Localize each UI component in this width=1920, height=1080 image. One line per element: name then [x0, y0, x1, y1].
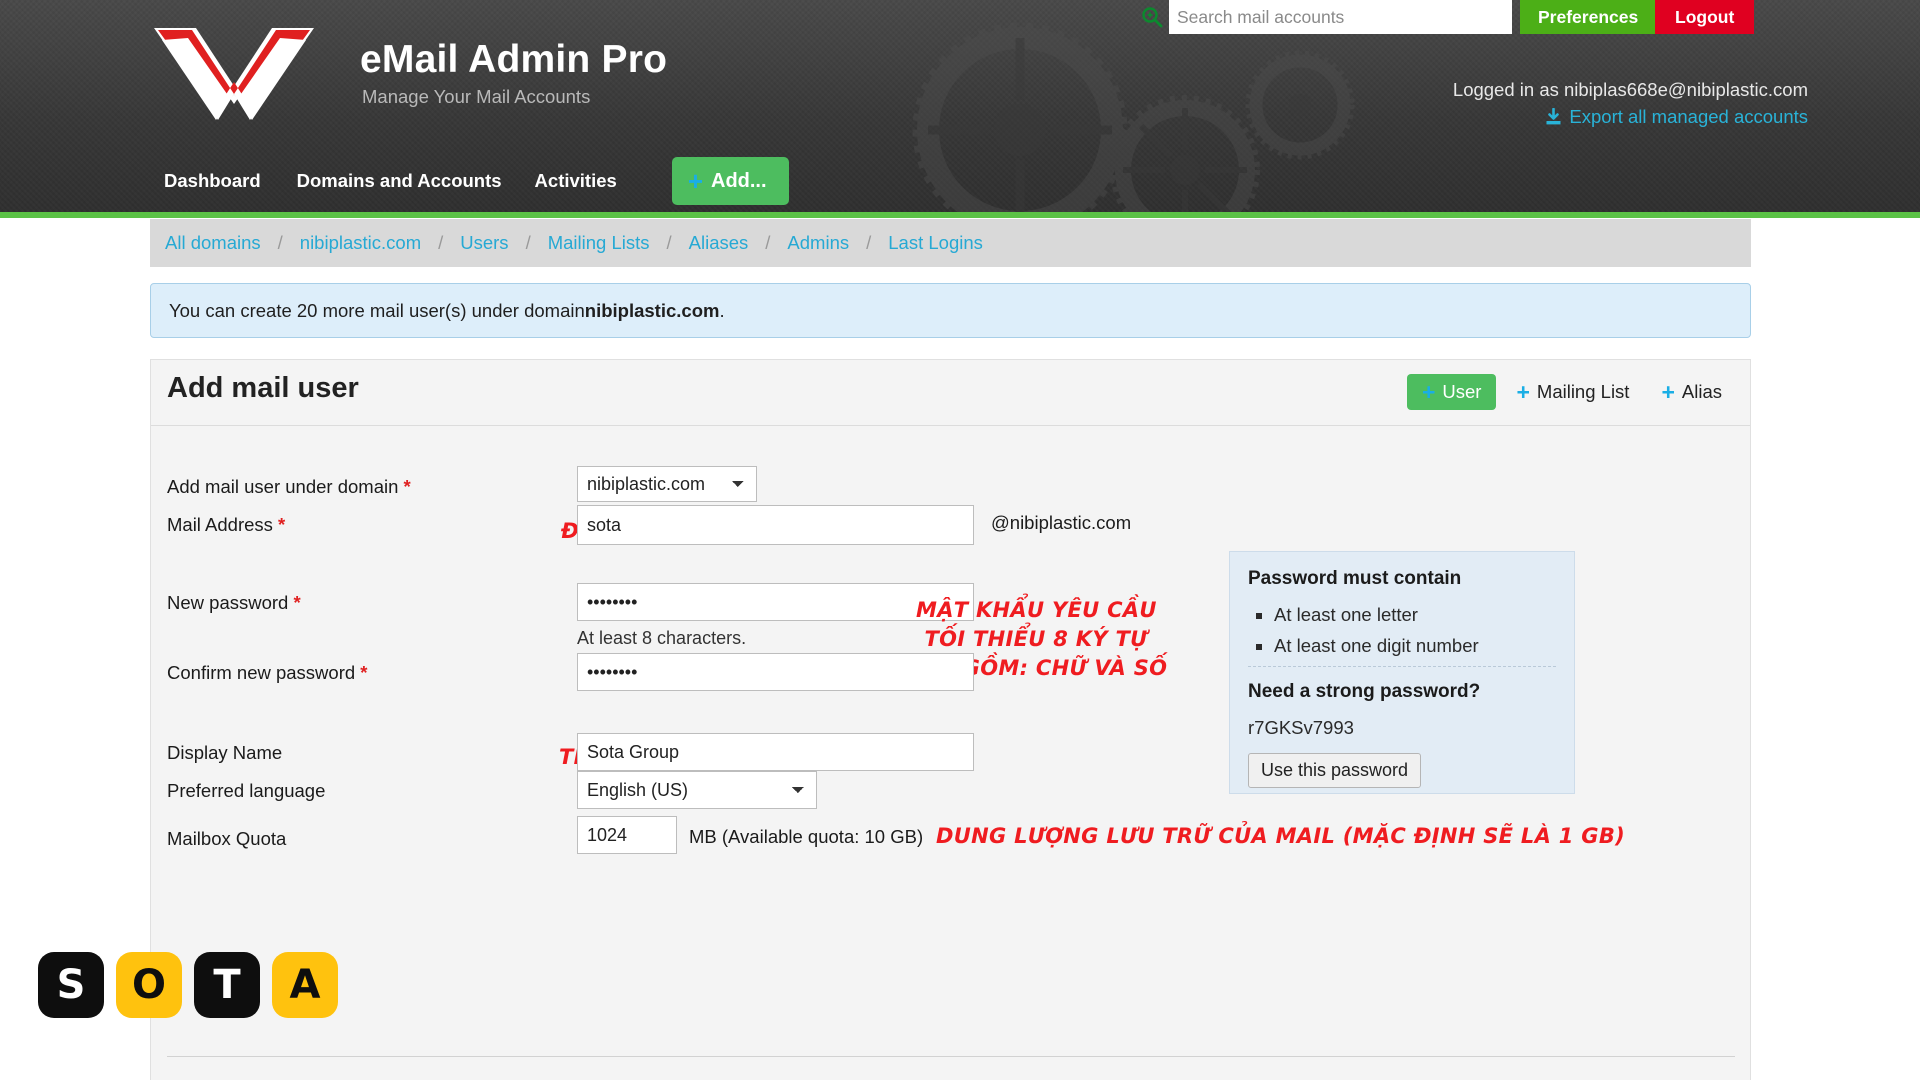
language-label: Preferred language: [167, 780, 326, 801]
quota-input[interactable]: [577, 816, 677, 854]
export-accounts-label: Export all managed accounts: [1569, 106, 1808, 127]
quota-suffix: MB (Available quota: 10 GB): [689, 826, 924, 847]
sota-tile-o: O: [116, 952, 182, 1018]
display-name-input[interactable]: [577, 733, 974, 771]
tab-user[interactable]: + User: [1406, 374, 1497, 410]
new-password-label-text: New password: [167, 592, 289, 613]
breadcrumb-item-aliases[interactable]: Aliases: [689, 232, 749, 254]
domain-select[interactable]: nibiplastic.com: [577, 466, 757, 502]
logged-in-user: Logged in as nibiplas668e@nibiplastic.co…: [1452, 79, 1808, 100]
search-input[interactable]: [1169, 0, 1512, 34]
brand-subtitle: Manage Your Mail Accounts: [362, 86, 591, 107]
info-banner-prefix: You can create 20 more mail user(s) unde…: [169, 299, 585, 321]
password-hint: At least 8 characters.: [577, 628, 747, 648]
breadcrumb-separator: /: [866, 232, 872, 253]
panel-header: Add mail user + User + Mailing List + Al…: [151, 360, 1750, 426]
required-marker: *: [403, 476, 411, 497]
breadcrumb: All domains / nibiplastic.com / Users / …: [150, 219, 1751, 267]
confirm-password-label: Confirm new password *: [167, 662, 368, 684]
password-requirements-panel: Password must contain At least one lette…: [1229, 551, 1575, 794]
add-menu-label: Add...: [711, 169, 767, 192]
breadcrumb-separator: /: [666, 232, 672, 253]
info-banner-domain: nibiplastic.com: [584, 299, 720, 321]
add-mail-user-panel: Add mail user + User + Mailing List + Al…: [150, 359, 1751, 1080]
nav-activities[interactable]: Activities: [535, 170, 650, 192]
display-name-label: Display Name: [167, 742, 283, 763]
download-icon: [1546, 108, 1561, 125]
required-marker: *: [360, 662, 368, 683]
plus-icon: +: [687, 166, 703, 196]
sota-tile-t: T: [194, 952, 260, 1018]
export-accounts-link[interactable]: Export all managed accounts: [1545, 106, 1808, 128]
tab-user-label: User: [1442, 381, 1482, 402]
mail-address-input[interactable]: [577, 505, 974, 545]
tab-mailing-list-label: Mailing List: [1536, 381, 1630, 402]
required-marker: *: [278, 514, 286, 535]
brand-title: eMail Admin Pro: [360, 38, 668, 81]
tab-mailing-list[interactable]: + Mailing List: [1496, 374, 1641, 410]
quota-label: Mailbox Quota: [167, 828, 287, 849]
entity-type-tabs: + User + Mailing List + Alias: [1406, 374, 1734, 410]
app-root: eMail Admin Pro Manage Your Mail Account…: [0, 0, 1920, 1080]
app-header: eMail Admin Pro Manage Your Mail Account…: [0, 0, 1920, 218]
preferences-button[interactable]: Preferences: [1520, 0, 1657, 34]
breadcrumb-separator: /: [525, 232, 531, 253]
annotation-password-line1: MẬT KHẨU YÊU CẦU: [916, 598, 1157, 622]
sota-tile-s: S: [38, 952, 104, 1018]
sota-tile-a: A: [272, 952, 338, 1018]
password-rules-list: At least one letter At least one digit n…: [1248, 604, 1556, 657]
required-marker: *: [293, 592, 301, 613]
password-rule: At least one letter: [1274, 604, 1556, 626]
plus-icon: +: [1516, 378, 1530, 405]
language-select[interactable]: English (US): [577, 771, 817, 809]
main-nav: Dashboard Domains and Accounts Activitie…: [164, 157, 789, 205]
breadcrumb-separator: /: [277, 232, 283, 253]
confirm-password-label-text: Confirm new password: [167, 662, 356, 683]
breadcrumb-item-all-domains[interactable]: All domains: [165, 232, 261, 254]
breadcrumb-separator: /: [765, 232, 771, 253]
new-password-label: New password *: [167, 592, 301, 614]
breadcrumb-separator: /: [438, 232, 444, 253]
nav-domains-and-accounts[interactable]: Domains and Accounts: [297, 170, 535, 192]
annotation-quota: DUNG LƯỢNG LƯU TRỮ CỦA MAIL (MẶC ĐỊNH SẼ…: [936, 824, 1626, 848]
page-title: Add mail user: [167, 372, 359, 404]
plus-icon: +: [1421, 378, 1436, 405]
confirm-password-input[interactable]: [577, 653, 974, 691]
form-divider: [167, 1056, 1735, 1057]
password-rule: At least one digit number: [1274, 635, 1556, 657]
domain-label: Add mail user under domain *: [167, 476, 411, 498]
mail-domain-suffix: @nibiplastic.com: [991, 512, 1132, 533]
plus-icon: +: [1661, 378, 1675, 405]
breadcrumb-item-admins[interactable]: Admins: [787, 232, 849, 254]
password-requirements-heading: Password must contain: [1248, 568, 1462, 589]
add-menu-button[interactable]: + Add...: [671, 157, 789, 205]
accent-strip: [0, 212, 1920, 218]
breadcrumb-item-last-logins[interactable]: Last Logins: [888, 232, 983, 254]
sota-watermark-logo: S O T A: [38, 952, 338, 1018]
search-area: [1135, 0, 1512, 34]
x-mail-logo-icon: [154, 28, 314, 120]
info-banner: You can create 20 more mail user(s) unde…: [150, 283, 1751, 338]
annotation-password-line2: TỐI THIỂU 8 KÝ TỰ: [924, 627, 1148, 651]
nav-dashboard[interactable]: Dashboard: [164, 170, 297, 192]
divider: [1248, 666, 1556, 667]
use-this-password-button[interactable]: Use this password: [1248, 753, 1422, 788]
gears-decoration: [912, 22, 1355, 218]
breadcrumb-item-mailing-lists[interactable]: Mailing Lists: [548, 232, 650, 254]
logout-button[interactable]: Logout: [1655, 0, 1755, 34]
generated-password: r7GKSv7993: [1248, 717, 1354, 738]
tab-alias-label: Alias: [1681, 381, 1722, 402]
breadcrumb-item-domain[interactable]: nibiplastic.com: [300, 232, 421, 254]
info-banner-suffix: .: [719, 299, 725, 321]
new-password-input[interactable]: [577, 583, 974, 621]
breadcrumb-item-users[interactable]: Users: [460, 232, 508, 254]
domain-label-text: Add mail user under domain: [167, 476, 399, 497]
mail-address-label: Mail Address *: [167, 514, 285, 536]
strong-password-heading: Need a strong password?: [1248, 681, 1481, 702]
tab-alias[interactable]: + Alias: [1641, 374, 1734, 410]
mail-address-label-text: Mail Address: [167, 514, 273, 535]
search-icon[interactable]: [1135, 0, 1169, 34]
